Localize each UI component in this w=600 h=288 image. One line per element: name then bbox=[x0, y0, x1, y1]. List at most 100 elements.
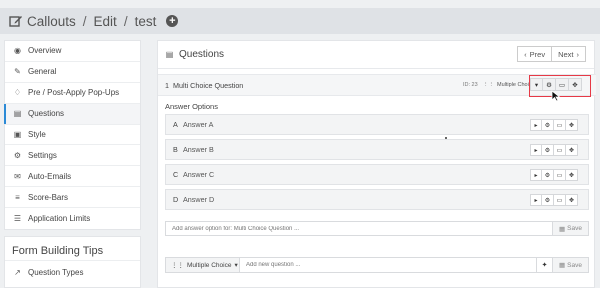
stray-dot bbox=[445, 137, 447, 139]
gear-icon[interactable]: ⚙ bbox=[542, 144, 554, 156]
answer-toolbar: ▸ ⚙ ▭ ✥ bbox=[530, 169, 578, 181]
answer-row[interactable]: B Answer B ▸ ⚙ ▭ ✥ bbox=[165, 139, 589, 160]
move-icon[interactable]: ✥ bbox=[566, 119, 578, 131]
answer-toolbar: ▸ ⚙ ▭ ✥ bbox=[530, 119, 578, 131]
question-type-select-label: Multiple Choice bbox=[187, 261, 232, 269]
sidebar-item-settings[interactable]: ⚙ Settings bbox=[5, 145, 140, 167]
save-question-button[interactable]: ▦ Save bbox=[552, 258, 588, 272]
move-icon[interactable]: ✥ bbox=[566, 194, 578, 206]
add-question-input[interactable] bbox=[240, 258, 536, 272]
sidebar-item-general[interactable]: ✎ General bbox=[5, 62, 140, 83]
panel-title-text: Questions bbox=[179, 49, 225, 60]
breadcrumb-callouts[interactable]: Callouts bbox=[27, 14, 76, 29]
trash-icon[interactable]: ▭ bbox=[554, 144, 566, 156]
next-button[interactable]: Next › bbox=[552, 46, 586, 62]
caret-right-icon[interactable]: ▸ bbox=[530, 169, 542, 181]
answer-letter: C bbox=[173, 170, 179, 179]
sidebar-item-auto-emails[interactable]: ✉ Auto-Emails bbox=[5, 166, 140, 188]
trash-icon[interactable]: ▭ bbox=[554, 119, 566, 131]
add-answer-option: ▦ Save bbox=[165, 221, 589, 236]
edit-icon: ✎ bbox=[14, 67, 21, 77]
caret-right-icon[interactable]: ▸ bbox=[530, 119, 542, 131]
move-icon[interactable]: ✥ bbox=[566, 169, 578, 181]
sidebar-item-application-limits[interactable]: ☰ Application Limits bbox=[5, 208, 140, 229]
question-type-label: Multiple Choice bbox=[497, 82, 535, 88]
answer-letter: D bbox=[173, 195, 179, 204]
sidebar-item-popups[interactable]: ♢ Pre / Post-Apply Pop-Ups bbox=[5, 83, 140, 104]
sidebar-item-score-bars[interactable]: ≡ Score-Bars bbox=[5, 187, 140, 209]
caret-right-icon[interactable]: ▸ bbox=[530, 194, 542, 206]
move-icon[interactable]: ✥ bbox=[566, 144, 578, 156]
add-question: ⋮⋮ Multiple Choice ▾ ✦ ▦ Save bbox=[165, 257, 589, 273]
tips-title: Form Building Tips bbox=[5, 237, 140, 261]
tips-item-question-types[interactable]: ↗ Question Types bbox=[5, 261, 140, 284]
bell-icon: ♢ bbox=[13, 88, 22, 98]
sidebar-item-questions[interactable]: ▤ Questions bbox=[4, 103, 140, 125]
panel-title: ▤ Questions bbox=[165, 49, 224, 60]
questions-panel: ▤ Questions ‹ Prev Next › 1 Multi Choice… bbox=[157, 40, 596, 288]
answer-letter: B bbox=[173, 145, 178, 154]
sidebar-item-label: Style bbox=[28, 130, 46, 139]
grid-icon: ⋮⋮ bbox=[483, 82, 494, 88]
move-icon[interactable]: ✥ bbox=[569, 78, 582, 91]
question-title: Multi Choice Question bbox=[173, 80, 244, 90]
plus-circle-icon[interactable]: + bbox=[166, 15, 179, 27]
next-label: Next bbox=[558, 49, 574, 59]
gear-icon[interactable]: ⚙ bbox=[542, 119, 554, 131]
grid-icon: ⋮⋮ bbox=[171, 262, 184, 269]
external-link-icon: ↗ bbox=[14, 268, 21, 277]
dashboard-icon: ◉ bbox=[14, 46, 21, 56]
question-row[interactable]: 1 Multi Choice Question ID: 23 ⋮⋮ Multip… bbox=[158, 74, 596, 96]
gear-icon[interactable]: ⚙ bbox=[542, 194, 554, 206]
sidebar-item-label: Settings bbox=[28, 150, 57, 160]
chevron-left-icon: ‹ bbox=[524, 49, 527, 59]
gear-icon[interactable]: ⚙ bbox=[542, 169, 554, 181]
sidebar-item-label: Application Limits bbox=[28, 214, 91, 224]
save-icon: ▦ bbox=[559, 262, 566, 269]
chevron-right-icon: › bbox=[576, 49, 580, 59]
file-icon: ▤ bbox=[13, 109, 22, 119]
add-answer-option-input[interactable] bbox=[166, 222, 552, 235]
sidebar-item-label: Pre / Post-Apply Pop-Ups bbox=[28, 88, 120, 98]
question-type: ⋮⋮ Multiple Choice bbox=[483, 82, 535, 88]
answer-row[interactable]: D Answer D ▸ ⚙ ▭ ✥ bbox=[165, 189, 589, 210]
breadcrumb-separator: / bbox=[82, 13, 87, 29]
answer-text: Answer D bbox=[183, 195, 215, 204]
pager: ‹ Prev Next › bbox=[517, 46, 586, 62]
page-header: Callouts / Edit / test + bbox=[0, 8, 600, 34]
sidebar-item-overview[interactable]: ◉ Overview bbox=[5, 41, 140, 62]
image-icon: ▣ bbox=[13, 130, 22, 139]
list-icon: ☰ bbox=[13, 214, 22, 224]
question-type-select[interactable]: ⋮⋮ Multiple Choice ▾ bbox=[166, 258, 240, 272]
cogs-icon: ⚙ bbox=[13, 150, 22, 160]
save-option-button[interactable]: ▦ Save bbox=[552, 222, 588, 235]
answer-text: Answer C bbox=[183, 170, 215, 179]
question-number: 1 bbox=[165, 80, 169, 90]
answer-row[interactable]: A Answer A ▸ ⚙ ▭ ✥ bbox=[165, 114, 589, 135]
answer-text: Answer B bbox=[183, 145, 214, 154]
trash-icon[interactable]: ▭ bbox=[554, 169, 566, 181]
question-id: ID: 23 bbox=[463, 82, 478, 88]
sidebar: ◉ Overview ✎ General ♢ Pre / Post-Apply … bbox=[4, 40, 141, 231]
sidebar-item-label: Score-Bars bbox=[28, 192, 69, 202]
wand-icon[interactable]: ✦ bbox=[536, 258, 552, 272]
breadcrumb-edit[interactable]: Edit bbox=[94, 14, 117, 29]
file-icon: ▤ bbox=[165, 50, 174, 59]
sidebar-item-label: Auto-Emails bbox=[28, 171, 72, 181]
caret-right-icon[interactable]: ▸ bbox=[530, 144, 542, 156]
sidebar-item-style[interactable]: ▣ Style bbox=[5, 125, 140, 146]
sidebar-item-label: Overview bbox=[28, 46, 62, 56]
caret-down-icon[interactable]: ▾ bbox=[530, 78, 543, 91]
answer-letter: A bbox=[173, 120, 178, 129]
caret-down-icon: ▾ bbox=[234, 262, 238, 269]
trash-icon[interactable]: ▭ bbox=[554, 194, 566, 206]
breadcrumb: Callouts / Edit / test + bbox=[9, 13, 179, 29]
edit-icon bbox=[9, 16, 22, 27]
answer-row[interactable]: C Answer C ▸ ⚙ ▭ ✥ bbox=[165, 164, 589, 185]
envelope-icon: ✉ bbox=[14, 171, 21, 181]
panel-header: ▤ Questions ‹ Prev Next › bbox=[158, 41, 594, 69]
answer-text: Answer A bbox=[183, 120, 214, 129]
sidebar-item-label: General bbox=[28, 67, 57, 77]
prev-button[interactable]: ‹ Prev bbox=[517, 46, 553, 62]
answer-options-title: Answer Options bbox=[165, 102, 218, 111]
